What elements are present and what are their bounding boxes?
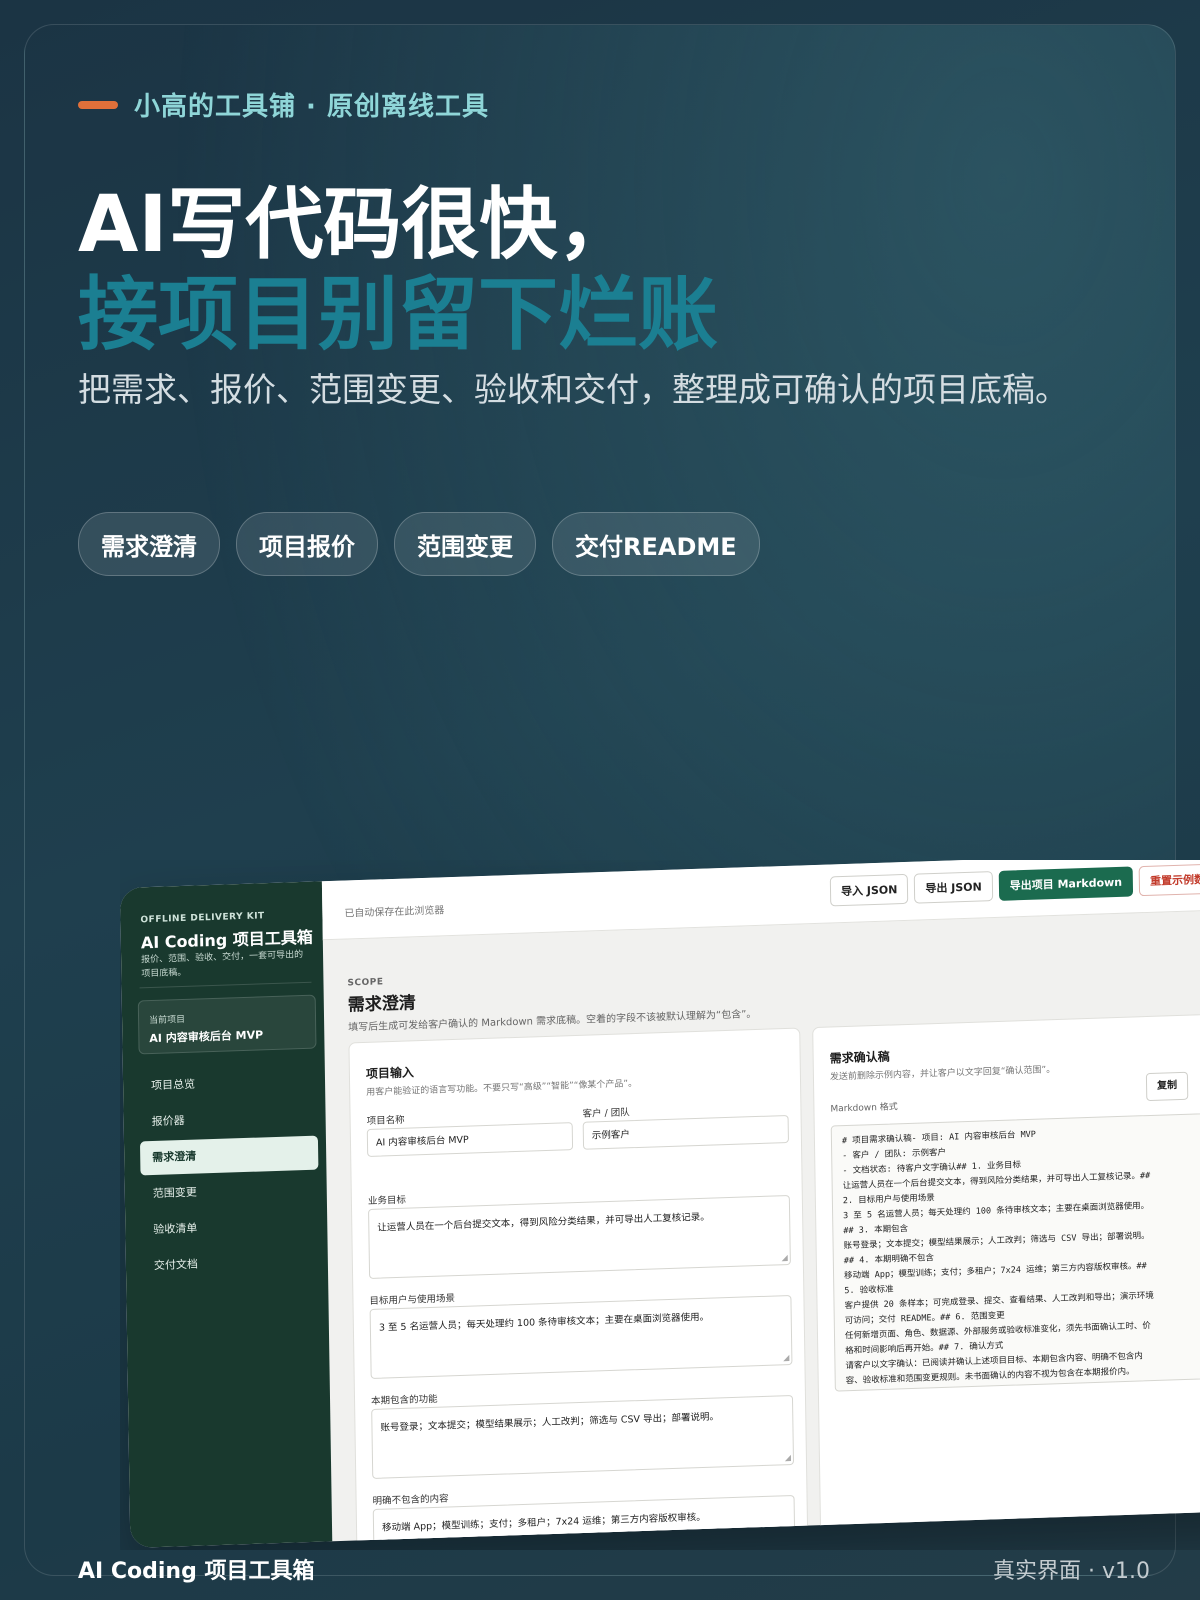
sidebar: OFFLINE DELIVERY KIT AI Coding 项目工具箱 报价、…: [120, 881, 333, 1549]
chip-readme: 交付README: [552, 512, 760, 576]
chip-requirements: 需求澄清: [78, 512, 220, 576]
export-markdown-button[interactable]: 导出项目 Markdown: [998, 866, 1134, 901]
eyebrow-accent-bar: [78, 100, 118, 109]
included-label: 本期包含的功能: [370, 1393, 438, 1407]
toolbar: 导入 JSON 导出 JSON 导出项目 Markdown 重置示例数据: [829, 863, 1200, 907]
markdown-output[interactable]: # 项目需求确认稿- 项目: AI 内容审核后台 MVP - 客户 / 团队: …: [830, 1111, 1200, 1392]
current-project-card[interactable]: 当前项目 AI 内容审核后台 MVP: [137, 994, 317, 1055]
export-json-button[interactable]: 导出 JSON: [914, 871, 993, 904]
copy-button[interactable]: 复制: [1145, 1071, 1189, 1102]
included-value: 账号登录；文本提交；模型结果展示；人工改判；筛选与 CSV 导出；部署说明。: [380, 1411, 720, 1434]
users-textarea[interactable]: 3 至 5 名运营人员；每天处理约 100 条待审核文本；主要在桌面浏览器使用。…: [369, 1294, 793, 1379]
sidebar-item-requirements[interactable]: 需求澄清: [139, 1135, 319, 1176]
app-description: 报价、范围、验收、交付，一套可导出的项目底稿。: [141, 949, 304, 980]
section-kicker: SCOPE: [347, 977, 384, 989]
form-title: 项目输入: [365, 1065, 415, 1081]
footer-product-name: AI Coding 项目工具箱: [78, 1559, 315, 1584]
requirements-preview-panel: 需求确认稿 发送前删除示例内容，并让客户以文字回复“确认范围”。 Markdow…: [812, 1012, 1200, 1549]
sidebar-divider: [139, 981, 312, 989]
goal-value: 让运营人员在一个后台提交文本，得到风险分类结果，并可导出人工复核记录。: [377, 1211, 710, 1234]
markdown-format-label: Markdown 格式: [830, 1102, 898, 1115]
client-label: 客户 / 团队: [582, 1107, 630, 1120]
footer-version: 真实界面 · v1.0: [993, 1559, 1150, 1584]
main-content: SCOPE 需求澄清 填写后生成可发给客户确认的 Markdown 需求底稿。空…: [323, 908, 1200, 1549]
eyebrow-text: 小高的工具铺 · 原创离线工具: [134, 92, 489, 122]
chip-quote: 项目报价: [236, 512, 378, 576]
current-project-name: AI 内容审核后台 MVP: [149, 1028, 264, 1046]
eyebrow: 小高的工具铺 · 原创离线工具: [78, 86, 489, 123]
sidebar-nav: 项目总览 报价器 需求澄清 范围变更 验收清单 交付文档: [139, 1064, 320, 1286]
headline-line-2: 接项目别留下烂账: [78, 268, 718, 361]
import-json-button[interactable]: 导入 JSON: [829, 873, 909, 907]
sidebar-kicker: OFFLINE DELIVERY KIT: [140, 911, 265, 926]
goal-textarea[interactable]: 让运营人员在一个后台提交文本，得到风险分类结果，并可导出人工复核记录。 ◢: [368, 1194, 791, 1279]
app-screenshot-viewport: OFFLINE DELIVERY KIT AI Coding 项目工具箱 报价、…: [120, 860, 1200, 1550]
app-window: OFFLINE DELIVERY KIT AI Coding 项目工具箱 报价、…: [120, 860, 1200, 1549]
subtitle: 把需求、报价、范围变更、验收和交付，整理成可确认的项目底稿。: [78, 370, 1068, 409]
section-title: 需求澄清: [347, 993, 416, 1016]
users-value: 3 至 5 名运营人员；每天处理约 100 条待审核文本；主要在桌面浏览器使用。: [378, 1311, 710, 1334]
resize-grip-icon[interactable]: ◢: [785, 1453, 791, 1462]
chip-scope-change: 范围变更: [394, 512, 536, 576]
resize-grip-icon[interactable]: ◢: [783, 1353, 789, 1362]
sidebar-item-delivery-docs[interactable]: 交付文档: [142, 1244, 320, 1284]
feature-chips: 需求澄清 项目报价 范围变更 交付README: [78, 512, 776, 576]
included-textarea[interactable]: 账号登录；文本提交；模型结果展示；人工改判；筛选与 CSV 导出；部署说明。 ◢: [371, 1394, 795, 1479]
project-name-input[interactable]: AI 内容审核后台 MVP: [366, 1122, 574, 1157]
project-name-label: 项目名称: [366, 1114, 405, 1127]
reset-sample-button[interactable]: 重置示例数据: [1138, 863, 1200, 897]
project-input-panel: 项目输入 用客户能验证的语言写功能。不要只写“高级”“智能”“像某个产品”。 项…: [348, 1027, 809, 1549]
sidebar-item-overview[interactable]: 项目总览: [139, 1064, 317, 1104]
preview-title: 需求确认稿: [829, 1049, 890, 1066]
sidebar-item-acceptance[interactable]: 验收清单: [141, 1208, 319, 1248]
sidebar-item-quote[interactable]: 报价器: [139, 1100, 317, 1140]
excluded-label: 明确不包含的内容: [372, 1493, 449, 1507]
current-project-label: 当前项目: [149, 1014, 186, 1027]
resize-grip-icon[interactable]: ◢: [782, 1253, 788, 1262]
autosave-status: 已自动保存在此浏览器: [344, 905, 445, 920]
goal-label: 业务目标: [367, 1194, 406, 1207]
sidebar-item-scope-change[interactable]: 范围变更: [141, 1172, 319, 1212]
users-label: 目标用户与使用场景: [369, 1293, 456, 1307]
excluded-value: 移动端 App；模型训练；支付；多租户；7x24 运维；第三方内容版权审核。: [381, 1511, 706, 1534]
client-input[interactable]: 示例客户: [582, 1114, 789, 1150]
